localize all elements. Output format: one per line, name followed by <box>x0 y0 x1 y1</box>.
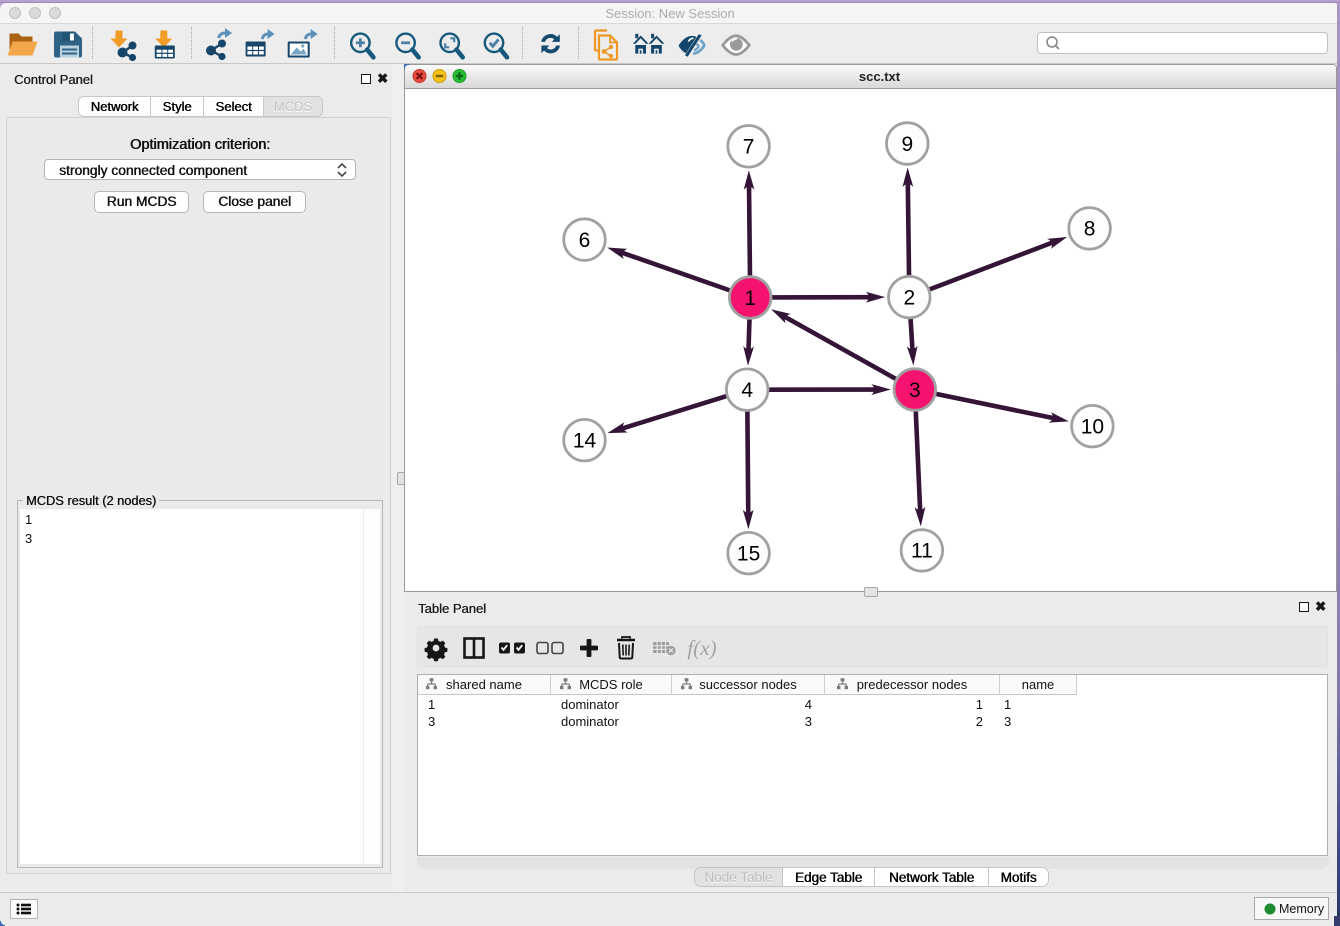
svg-text:2: 2 <box>903 286 915 309</box>
svg-text:3: 3 <box>909 379 921 402</box>
svg-text:f(x): f(x) <box>687 636 716 660</box>
svg-text:9: 9 <box>901 133 913 156</box>
svg-text:6: 6 <box>579 229 591 252</box>
svg-text:10: 10 <box>1081 416 1104 439</box>
svg-text:8: 8 <box>1084 218 1096 241</box>
svg-text:7: 7 <box>743 136 755 159</box>
svg-text:15: 15 <box>737 543 760 566</box>
svg-text:1: 1 <box>744 287 756 310</box>
svg-text:11: 11 <box>911 540 933 563</box>
svg-text:14: 14 <box>573 430 597 453</box>
svg-text:4: 4 <box>741 379 753 402</box>
